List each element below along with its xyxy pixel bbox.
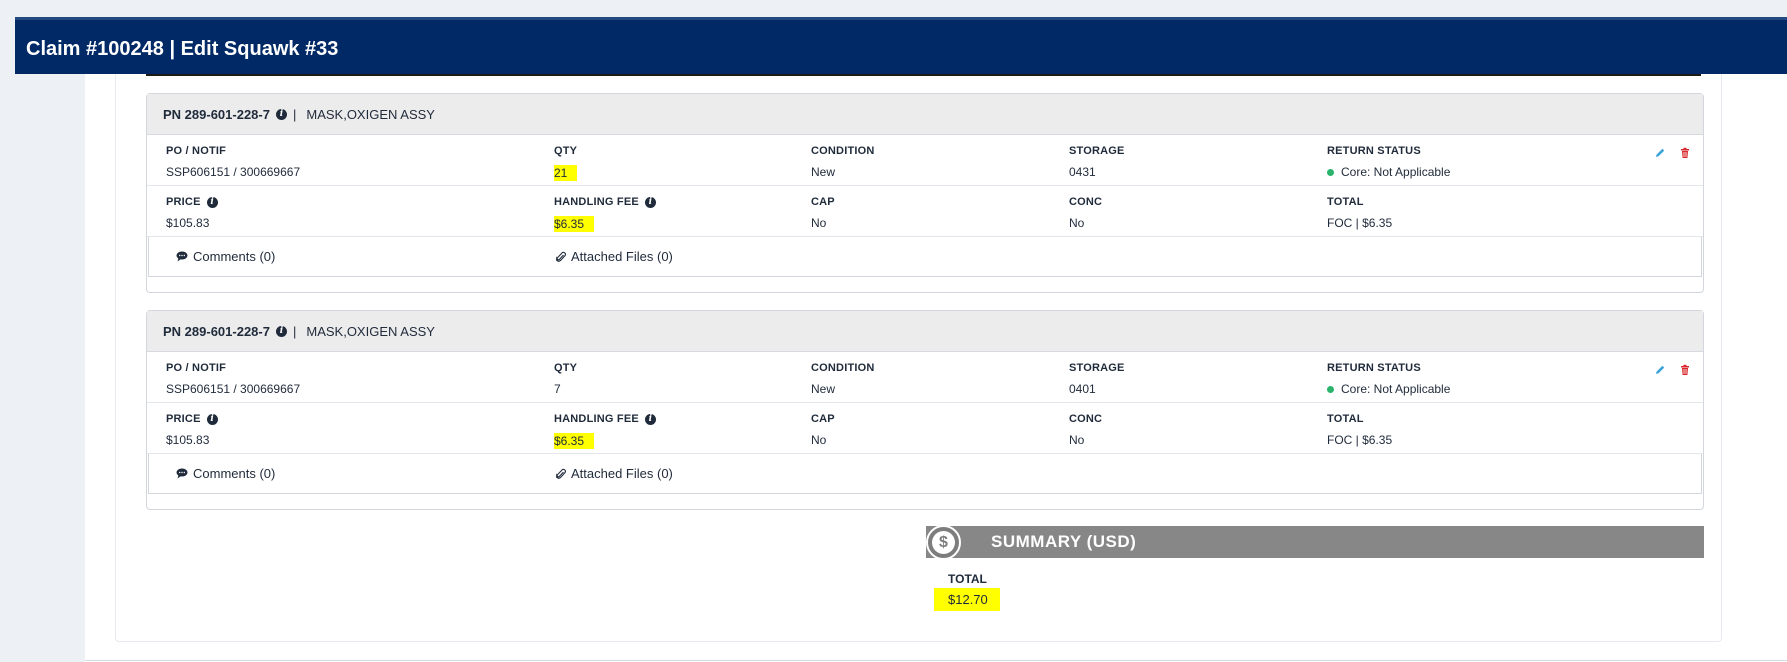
info-icon[interactable]: i xyxy=(275,325,287,337)
attachments-row: Comments (0) Attached Files (0) xyxy=(148,237,1702,277)
trash-icon[interactable] xyxy=(1679,147,1691,159)
part-pricing-row: PRICE i $105.83 HANDLING FEE i $6.35 CAP No C… xyxy=(147,186,1703,237)
condition-label: CONDITION xyxy=(811,362,875,374)
info-icon[interactable]: i xyxy=(206,196,218,208)
dollar-icon: $ xyxy=(932,531,955,554)
storage-label: STORAGE xyxy=(1069,145,1125,157)
row-actions xyxy=(1654,364,1691,376)
attached-files-label: Attached Files (0) xyxy=(571,466,673,481)
comment-icon xyxy=(176,251,188,262)
part-description: MASK,OXIGEN ASSY xyxy=(306,106,435,122)
cap-value: No xyxy=(811,216,827,230)
price-value: $105.83 xyxy=(166,216,210,230)
storage-value: 0431 xyxy=(1069,165,1096,179)
comments-link[interactable]: Comments (0) xyxy=(176,249,275,264)
summary-total-value: $12.70 xyxy=(934,588,1000,611)
attachments-row: Comments (0) Attached Files (0) xyxy=(148,454,1702,494)
part-card: PN 289-601-228-7 i | MASK,OXIGEN ASSY PO… xyxy=(146,310,1704,510)
paperclip-icon xyxy=(556,251,566,262)
conc-label: CONC xyxy=(1069,413,1103,425)
part-pricing-row: PRICE i $105.83 HANDLING FEE i $6.35 CAP No C… xyxy=(147,403,1703,454)
return-status-text: Core: Not Applicable xyxy=(1341,382,1451,396)
storage-value: 0401 xyxy=(1069,382,1096,396)
po-notif-value: SSP606151 / 300669667 xyxy=(166,382,301,396)
po-notif-value: SSP606151 / 300669667 xyxy=(166,165,301,179)
return-status-value: Core: Not Applicable xyxy=(1327,165,1450,179)
cap-label: CAP xyxy=(811,413,835,425)
condition-value: New xyxy=(811,165,836,179)
header-divider xyxy=(146,74,1701,76)
info-icon[interactable]: i xyxy=(644,196,656,208)
separator: | xyxy=(292,323,297,339)
handling-fee-value: $6.35 xyxy=(554,433,595,449)
handling-fee-label: HANDLING FEE i xyxy=(554,196,662,208)
separator: | xyxy=(292,106,297,122)
part-number: PN 289-601-228-7 xyxy=(163,323,270,339)
cap-value: No xyxy=(811,433,827,447)
comment-icon xyxy=(176,468,188,479)
handling-fee-value: $6.35 xyxy=(554,216,595,232)
return-status-value: Core: Not Applicable xyxy=(1327,382,1450,396)
qty-value: 21 xyxy=(554,165,578,181)
info-icon[interactable]: i xyxy=(206,413,218,425)
pencil-icon[interactable] xyxy=(1654,147,1666,159)
qty-value: 7 xyxy=(554,382,561,396)
po-notif-label: PO / NOTIF xyxy=(166,145,227,157)
price-label-text: PRICE xyxy=(166,413,201,425)
comments-link[interactable]: Comments (0) xyxy=(176,466,275,481)
info-icon[interactable]: i xyxy=(275,108,287,120)
attached-files-link[interactable]: Attached Files (0) xyxy=(556,249,673,264)
qty-label: QTY xyxy=(554,145,578,157)
part-number: PN 289-601-228-7 xyxy=(163,106,270,122)
storage-label: STORAGE xyxy=(1069,362,1125,374)
pencil-icon[interactable] xyxy=(1654,364,1666,376)
part-card-header: PN 289-601-228-7 i | MASK,OXIGEN ASSY xyxy=(147,94,1703,135)
part-description: MASK,OXIGEN ASSY xyxy=(306,323,435,339)
return-status-text: Core: Not Applicable xyxy=(1341,165,1451,179)
part-details-row: PO / NOTIF SSP606151 / 300669667 QTY 7 CON… xyxy=(147,352,1703,403)
attached-files-label: Attached Files (0) xyxy=(571,249,673,264)
bottom-divider xyxy=(85,660,1787,661)
part-card-header: PN 289-601-228-7 i | MASK,OXIGEN ASSY xyxy=(147,311,1703,352)
info-icon[interactable]: i xyxy=(644,413,656,425)
condition-label: CONDITION xyxy=(811,145,875,157)
part-card: PN 289-601-228-7 i | MASK,OXIGEN ASSY PO… xyxy=(146,93,1704,293)
po-notif-label: PO / NOTIF xyxy=(166,362,227,374)
total-label: TOTAL xyxy=(1327,196,1364,208)
conc-value: No xyxy=(1069,216,1085,230)
total-value: FOC | $6.35 xyxy=(1327,216,1393,230)
handling-fee-label-text: HANDLING FEE xyxy=(554,196,639,208)
comments-label: Comments (0) xyxy=(193,249,276,264)
return-status-label: RETURN STATUS xyxy=(1327,145,1421,157)
page-title: Claim #100248 | Edit Squawk #33 xyxy=(26,38,339,60)
part-details-row: PO / NOTIF SSP606151 / 300669667 QTY 21 CO… xyxy=(147,135,1703,186)
price-value: $105.83 xyxy=(166,433,210,447)
qty-label: QTY xyxy=(554,362,578,374)
handling-fee-label: HANDLING FEE i xyxy=(554,413,662,425)
header-bar: Claim #100248 | Edit Squawk #33 xyxy=(15,17,1787,74)
cap-label: CAP xyxy=(811,196,835,208)
paperclip-icon xyxy=(556,468,566,479)
price-label-text: PRICE xyxy=(166,196,201,208)
trash-icon[interactable] xyxy=(1679,364,1691,376)
price-label: PRICE i xyxy=(166,413,224,425)
price-label: PRICE i xyxy=(166,196,224,208)
status-dot-icon xyxy=(1327,386,1334,394)
status-dot-icon xyxy=(1327,169,1334,177)
total-value: FOC | $6.35 xyxy=(1327,433,1393,447)
attached-files-link[interactable]: Attached Files (0) xyxy=(556,466,673,481)
summary-total-label: TOTAL xyxy=(948,572,987,586)
row-actions xyxy=(1654,147,1691,159)
handling-fee-label-text: HANDLING FEE xyxy=(554,413,639,425)
conc-label: CONC xyxy=(1069,196,1103,208)
conc-value: No xyxy=(1069,433,1085,447)
return-status-label: RETURN STATUS xyxy=(1327,362,1421,374)
summary-title: SUMMARY (USD) xyxy=(991,532,1137,551)
comments-label: Comments (0) xyxy=(193,466,276,481)
total-label: TOTAL xyxy=(1327,413,1364,425)
condition-value: New xyxy=(811,382,836,396)
summary-badge: $ xyxy=(926,525,961,560)
